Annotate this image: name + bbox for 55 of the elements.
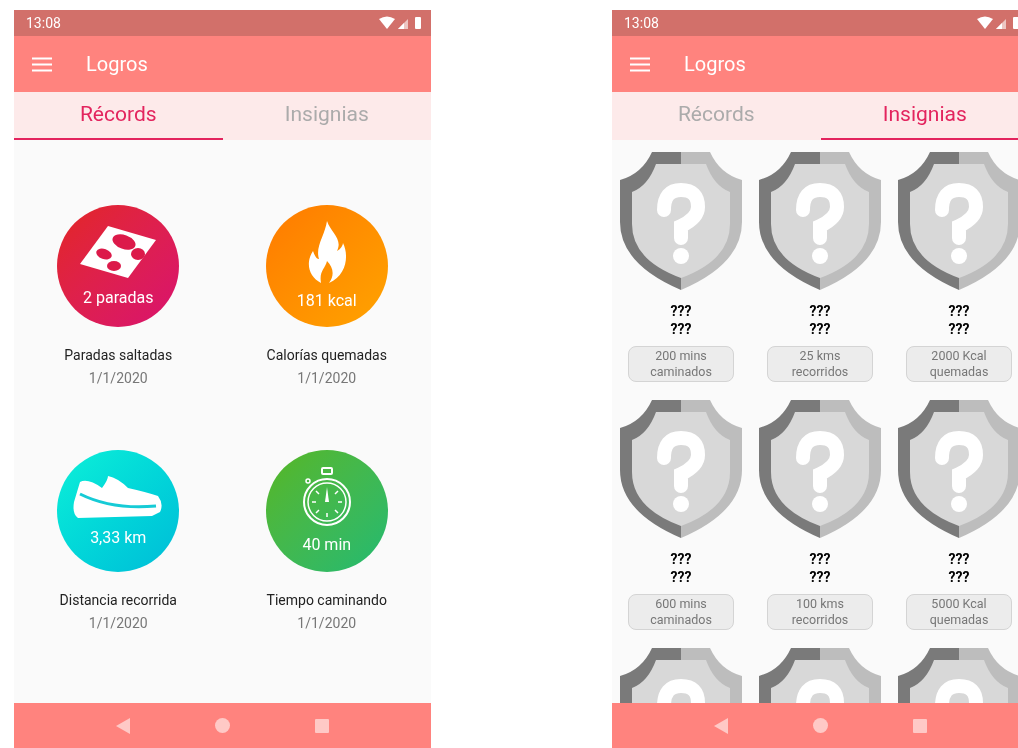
tab[interactable]: Insignias (222, 92, 431, 140)
recents-icon[interactable] (314, 718, 329, 733)
record-value: 40 min (302, 535, 352, 555)
badge-title: ??? (948, 302, 970, 320)
home-icon[interactable] (813, 718, 828, 733)
badge-title: ??? (809, 302, 831, 320)
menu-icon[interactable] (32, 56, 52, 72)
record-date: 1/1/2020 (88, 614, 148, 633)
record-label: Distancia recorrida (59, 591, 177, 610)
app-bar-title: Logros (86, 51, 148, 78)
record-label: Tiempo caminando (266, 591, 387, 610)
record-date: 1/1/2020 (297, 614, 357, 633)
flame-icon (306, 221, 347, 283)
badge-title: ??? (809, 550, 831, 568)
tab[interactable]: Récords (14, 92, 223, 140)
record-medal[interactable]: 40 min (265, 450, 388, 572)
record-value: 2 paradas (83, 288, 154, 308)
app-bar-title: Logros (684, 51, 746, 78)
record-medal[interactable]: 181 kcal (265, 205, 388, 327)
status-icons (977, 16, 1018, 30)
badge-title: ??? (809, 320, 831, 338)
tab[interactable]: Insignias (820, 92, 1018, 140)
tab[interactable]: Récords (612, 92, 821, 140)
badge-requirement: 5000 Kcal quemadas (906, 594, 1012, 630)
home-icon[interactable] (215, 718, 230, 733)
record-medal[interactable]: 3,33 km (57, 450, 180, 572)
badge-requirement: 200 mins caminados (628, 346, 734, 382)
record-label: Paradas saltadas (64, 346, 173, 365)
back-icon[interactable] (116, 717, 131, 734)
record-date: 1/1/2020 (88, 369, 148, 388)
badge-title: ??? (670, 320, 692, 338)
badge-title: ??? (809, 568, 831, 586)
record-medal[interactable]: 2 paradas (57, 205, 180, 327)
badge-requirement: 600 mins caminados (628, 594, 734, 630)
record-label: Calorías quemadas (266, 346, 387, 365)
badge-title: ??? (670, 550, 692, 568)
record-value: 3,33 km (90, 528, 147, 548)
record-date: 1/1/2020 (297, 369, 357, 388)
badge-title: ??? (670, 568, 692, 586)
badge-requirement: 25 kms recorridos (767, 346, 873, 382)
badge-title: ??? (948, 568, 970, 586)
back-icon[interactable] (714, 717, 729, 734)
status-time: 13:08 (26, 13, 61, 33)
badge-requirement: 100 kms recorridos (767, 594, 873, 630)
recents-icon[interactable] (912, 718, 927, 733)
badge-requirement: 2000 Kcal quemadas (906, 346, 1012, 382)
record-value: 181 kcal (296, 291, 357, 311)
badge-title: ??? (670, 302, 692, 320)
footprints-icon (78, 224, 159, 280)
status-time: 13:08 (624, 13, 659, 33)
menu-icon[interactable] (630, 56, 650, 72)
badge-title: ??? (948, 320, 970, 338)
sneaker-icon (72, 474, 165, 520)
status-icons (379, 16, 423, 30)
badge-title: ??? (948, 550, 970, 568)
